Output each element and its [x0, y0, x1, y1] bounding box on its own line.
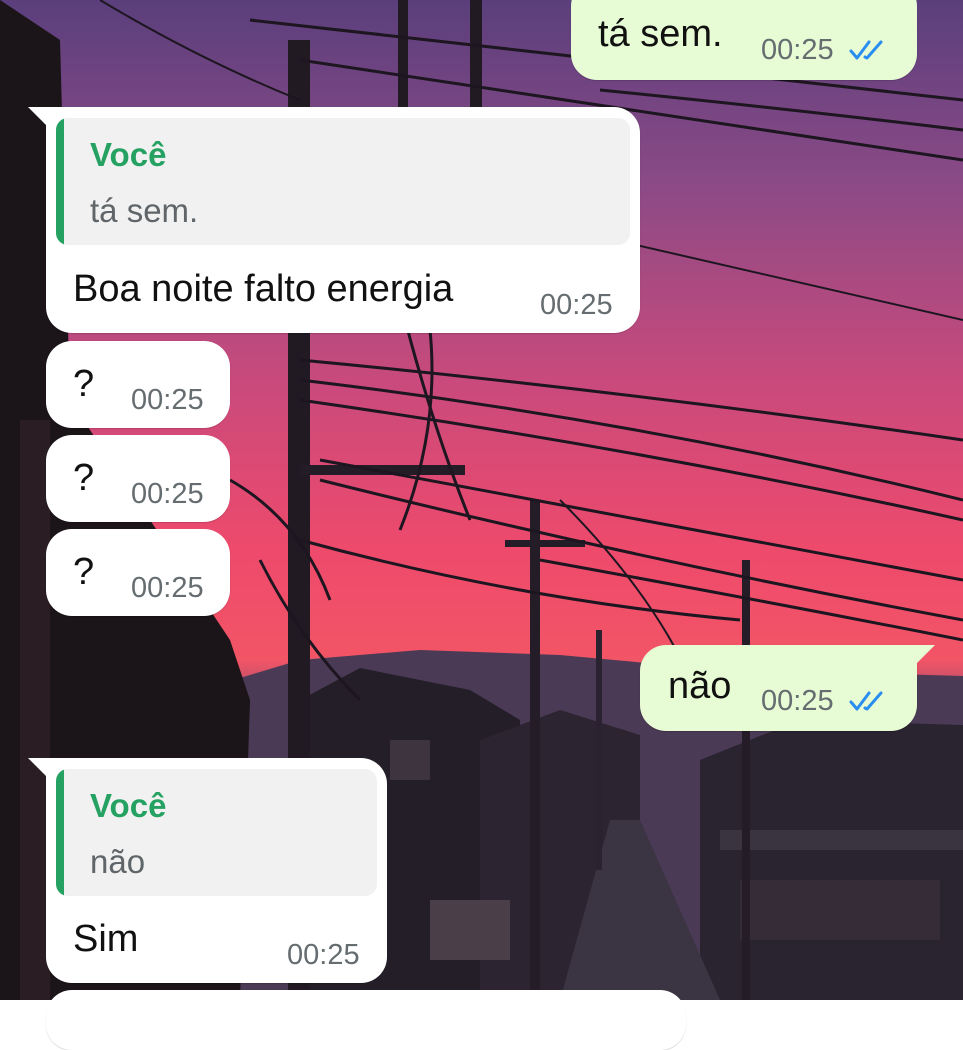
quote-author: Você — [90, 136, 167, 173]
quoted-message[interactable]: Você tá sem. — [56, 118, 630, 245]
quote-author: Você — [90, 787, 167, 824]
quote-accent-bar — [56, 769, 64, 896]
message-timestamp: 00:25 — [761, 685, 834, 717]
quoted-message[interactable]: Você não — [56, 769, 377, 896]
message-timestamp: 00:25 — [131, 384, 204, 416]
message-bubble-incoming[interactable]: ? 00:25 — [46, 341, 230, 428]
message-text: não — [668, 665, 732, 707]
message-text: Boa noite falto energia — [73, 268, 454, 310]
message-bubble-incoming-partial[interactable] — [46, 990, 686, 1050]
double-check-icon — [849, 40, 883, 60]
message-timestamp: 00:25 — [131, 572, 204, 604]
quote-accent-bar — [56, 118, 64, 245]
message-bubble-outgoing[interactable]: não 00:25 — [640, 645, 935, 731]
double-check-icon — [849, 691, 883, 711]
message-bubble-incoming[interactable]: ? 00:25 — [46, 435, 230, 522]
message-timestamp: 00:25 — [287, 939, 360, 971]
message-timestamp: 00:25 — [131, 478, 204, 510]
message-timestamp: 00:25 — [540, 289, 613, 321]
message-text: ? — [73, 457, 95, 499]
message-bubble-incoming[interactable]: Você não Sim 00:25 — [28, 758, 387, 983]
message-bubble-incoming[interactable]: ? 00:25 — [46, 529, 230, 616]
message-text: ? — [73, 363, 95, 405]
message-bubble-incoming[interactable]: Você tá sem. Boa noite falto energia 00:… — [28, 107, 640, 333]
quote-text: não — [90, 843, 146, 880]
message-text: tá sem. — [598, 13, 723, 55]
message-text: Sim — [73, 918, 139, 960]
quote-text: tá sem. — [90, 192, 199, 229]
message-timestamp: 00:25 — [761, 34, 834, 66]
message-text: ? — [73, 551, 95, 593]
message-bubble-outgoing[interactable]: tá sem. 00:25 — [571, 0, 917, 80]
